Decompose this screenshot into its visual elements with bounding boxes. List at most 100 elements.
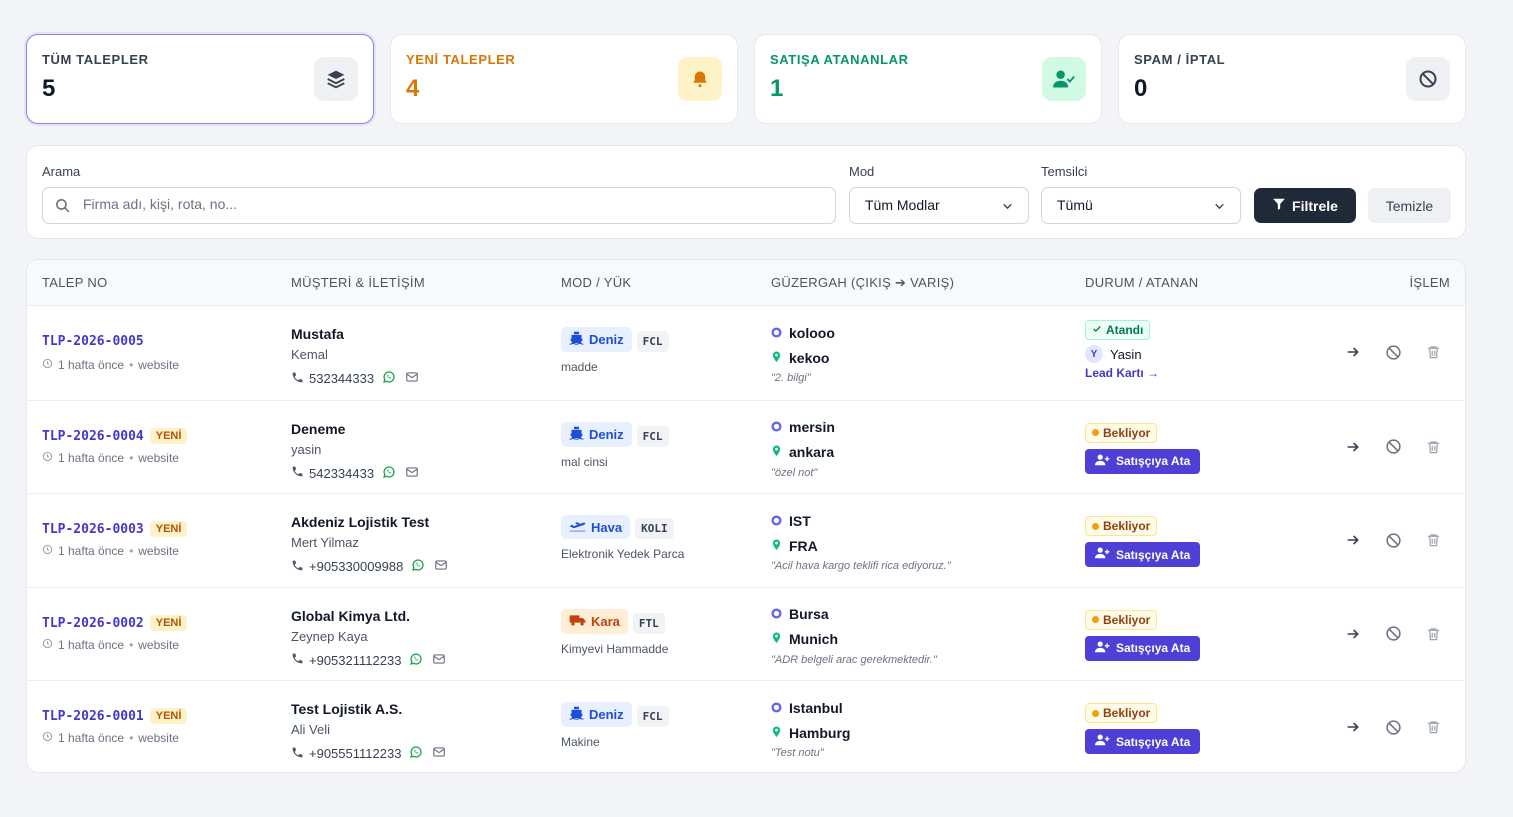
request-no-link[interactable]: TLP-2026-0003 [42, 522, 144, 537]
clear-button[interactable]: Temizle [1368, 188, 1451, 223]
ban-icon[interactable] [1383, 530, 1403, 550]
request-no-link[interactable]: TLP-2026-0004 [42, 429, 144, 444]
phone-number: 532344333 [309, 371, 375, 386]
ship-icon [569, 331, 584, 348]
assign-button-label: Satışçıya Ata [1116, 454, 1191, 468]
origin-row: mersin [771, 415, 835, 440]
assign-sales-button[interactable]: Satışçıya Ata [1085, 448, 1201, 474]
phone-icon [291, 465, 304, 481]
mail-icon[interactable] [434, 558, 448, 575]
row-actions [1343, 624, 1443, 644]
arrow-right-icon[interactable] [1343, 530, 1363, 550]
assign-sales-button[interactable]: Satışçıya Ata [1085, 729, 1201, 754]
request-no-link[interactable]: TLP-2026-0001 [42, 709, 144, 724]
mode-cell: Deniz FCL madde [561, 327, 669, 374]
layers-icon [314, 57, 358, 101]
search-box[interactable] [42, 187, 836, 224]
status-label: Bekliyor [1103, 706, 1151, 720]
status-cell: Bekliyor Satışçıya Ata [1085, 516, 1201, 567]
mail-icon[interactable] [432, 745, 446, 762]
origin-row: Bursa [771, 602, 937, 627]
stat-card-all[interactable]: TÜM TALEPLER 5 [26, 34, 374, 124]
filter-button[interactable]: Filtrele [1254, 188, 1356, 223]
table-row: TLP-2026-0002 YENİ 1 hafta önce • website… [27, 586, 1465, 680]
ship-icon [569, 426, 584, 443]
request-no-link[interactable]: TLP-2026-0005 [42, 334, 144, 349]
stat-card-assigned[interactable]: SATIŞA ATANANLAR 1 [754, 34, 1102, 124]
separator-dot: • [129, 450, 134, 465]
origin-dot-icon [771, 325, 782, 341]
lead-card-link[interactable]: Lead Kartı → [1085, 366, 1159, 380]
request-meta: 1 hafta önce • website [42, 451, 187, 465]
mail-icon[interactable] [405, 370, 419, 387]
status-badge: Atandı [1085, 320, 1151, 340]
assignee: Y Yasin [1085, 345, 1159, 363]
destination-row: ankara [771, 440, 835, 465]
mode-pill: Hava [561, 515, 631, 539]
ban-icon[interactable] [1383, 342, 1403, 362]
trash-icon[interactable] [1423, 437, 1443, 457]
contact-phone-row: +905321112233 [291, 652, 446, 669]
trash-icon[interactable] [1423, 530, 1443, 550]
status-badge: Bekliyor [1085, 422, 1158, 443]
request-no-cell: TLP-2026-0001 YENİ 1 hafta önce • website [42, 707, 188, 745]
chevron-down-icon [1213, 200, 1226, 216]
route-note: "2. bilgi" [771, 372, 811, 384]
origin-dot-icon [771, 513, 782, 529]
request-time: 1 hafta önce [58, 544, 125, 558]
whatsapp-icon[interactable] [382, 465, 396, 482]
whatsapp-icon[interactable] [382, 370, 396, 387]
contact-person: Ali Veli [291, 722, 331, 737]
origin: kolooo [789, 324, 835, 341]
mode-cell: Deniz FCL Makine [561, 702, 669, 749]
contact-person: yasin [291, 441, 322, 457]
company-name: Akdeniz Lojistik Test [291, 514, 430, 530]
request-no-link[interactable]: TLP-2026-0002 [42, 616, 144, 631]
request-source: website [138, 731, 179, 745]
map-pin-icon [771, 631, 782, 647]
assign-sales-button[interactable]: Satışçıya Ata [1085, 542, 1201, 567]
whatsapp-icon[interactable] [409, 745, 423, 762]
stat-card-new[interactable]: YENİ TALEPLER 4 [390, 34, 738, 124]
customer-cell: Test Lojistik A.S. Ali Veli +90555111223… [291, 701, 446, 762]
route-note: "Test notu" [771, 747, 824, 759]
mail-icon[interactable] [432, 652, 446, 669]
contact-person: Mert Yilmaz [291, 535, 359, 550]
arrow-right-icon[interactable] [1343, 342, 1363, 362]
route-note: "Acil hava kargo teklifi rica ediyoruz." [771, 560, 951, 572]
trash-icon[interactable] [1423, 624, 1443, 644]
whatsapp-icon[interactable] [411, 558, 425, 575]
ban-icon[interactable] [1383, 437, 1403, 457]
route-cell: Bursa Munich "ADR belgeli arac gerekmekt… [771, 602, 937, 666]
arrow-right-icon[interactable] [1343, 624, 1363, 644]
rep-select[interactable]: Tümü [1041, 187, 1241, 224]
mail-icon[interactable] [405, 465, 419, 482]
origin-dot-icon [771, 419, 782, 435]
assign-sales-button[interactable]: Satışçıya Ata [1085, 635, 1201, 661]
load-type: FCL [636, 706, 669, 727]
arrow-right-icon[interactable] [1343, 437, 1363, 457]
mode-pill: Deniz [561, 327, 632, 352]
arrow-right-icon[interactable] [1343, 717, 1363, 737]
trash-icon[interactable] [1423, 717, 1443, 737]
header-mode: MOD / YÜK [561, 275, 632, 290]
phone-icon [291, 559, 304, 575]
search-input[interactable] [83, 196, 823, 212]
route-cell: Istanbul Hamburg "Test notu" [771, 695, 850, 760]
user-plus-icon [1095, 734, 1110, 749]
header-action: İŞLEM [1409, 275, 1450, 290]
stat-card-spam[interactable]: SPAM / İPTAL 0 [1118, 34, 1466, 124]
cargo-type: Kimyevi Hammadde [561, 641, 669, 656]
ban-icon[interactable] [1383, 717, 1403, 737]
whatsapp-icon[interactable] [409, 652, 423, 669]
phone-number: 542334433 [309, 465, 375, 481]
separator-dot: • [129, 731, 134, 745]
mode-select[interactable]: Tüm Modlar [849, 187, 1029, 224]
destination-row: FRA [771, 533, 951, 558]
trash-icon[interactable] [1423, 342, 1443, 362]
pending-dot-icon [1092, 709, 1099, 717]
ban-icon[interactable] [1383, 624, 1403, 644]
destination-row: Munich [771, 627, 937, 652]
map-pin-icon [771, 725, 782, 741]
avatar: Y [1085, 345, 1103, 363]
